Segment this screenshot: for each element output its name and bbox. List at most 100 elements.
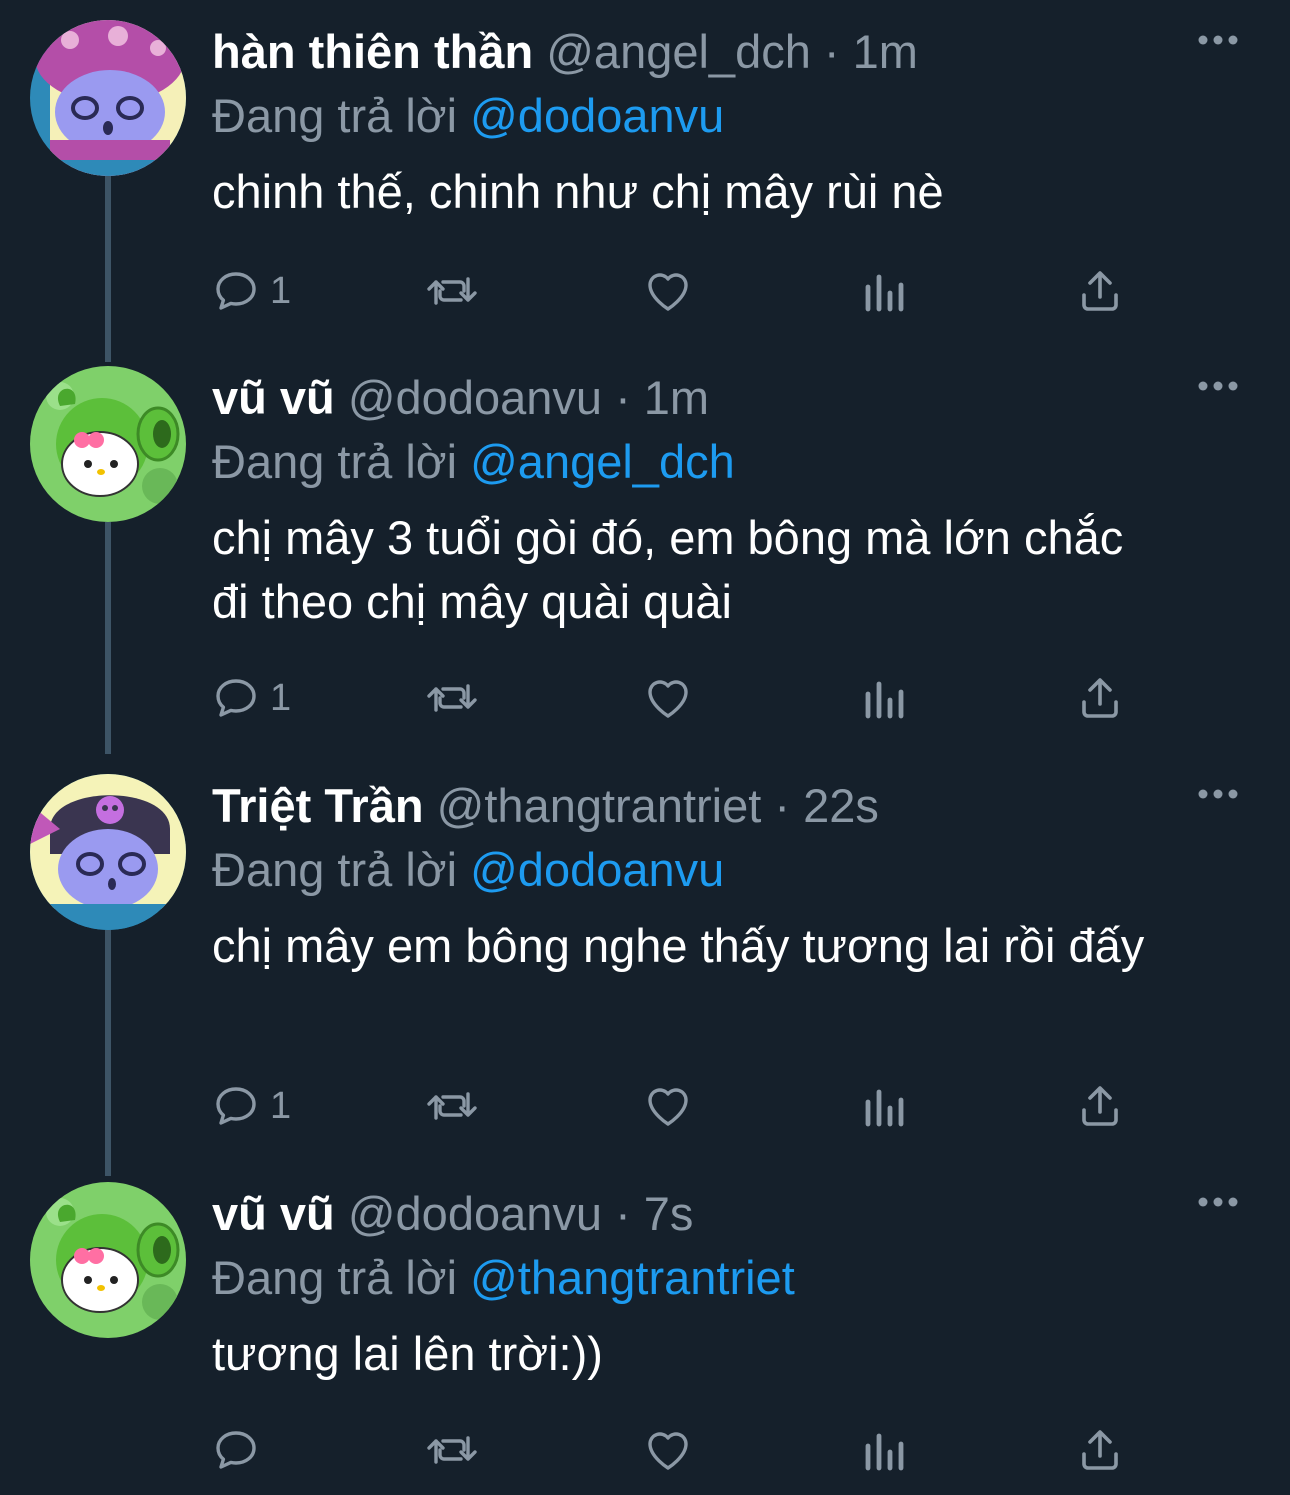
thread-connector-line [105, 176, 111, 362]
like-button[interactable] [642, 668, 694, 728]
share-button[interactable] [1078, 261, 1122, 321]
share-upload-icon [1078, 674, 1122, 722]
user-handle[interactable]: @dodoanvu [348, 1187, 602, 1240]
like-button[interactable] [642, 1076, 694, 1136]
reply-bubble-icon [212, 674, 260, 722]
retweet-button[interactable] [424, 261, 480, 321]
display-name[interactable]: vũ vũ [212, 371, 335, 424]
heart-icon [642, 1426, 694, 1474]
heart-icon [642, 267, 694, 315]
tweet-header: Triệt Trần @thangtrantriet · 22s [212, 776, 1250, 836]
tweet-actions: 1 [212, 668, 1132, 728]
retweet-icon [424, 1426, 480, 1474]
share-upload-icon [1078, 267, 1122, 315]
share-upload-icon [1078, 1426, 1122, 1474]
separator-dot: · [615, 371, 631, 424]
user-handle[interactable]: @dodoanvu [348, 371, 602, 424]
tweet[interactable]: vũ vũ @dodoanvu · 1m Đang trả lời @angel… [0, 346, 1290, 754]
tweet-text: tương lai lên trời:)) [212, 1327, 603, 1380]
views-bar-chart-icon [862, 674, 906, 722]
avatar[interactable] [30, 774, 186, 930]
more-button[interactable] [1188, 1182, 1248, 1222]
like-button[interactable] [642, 261, 694, 321]
reply-to-mention[interactable]: @dodoanvu [470, 89, 724, 142]
thread-connector-line [105, 522, 111, 754]
separator-dot: · [615, 1187, 631, 1240]
timestamp[interactable]: 1m [644, 371, 709, 424]
reply-prefix: Đang trả lời [212, 1251, 458, 1304]
more-horizontal-icon [1198, 381, 1238, 391]
retweet-button[interactable] [424, 1420, 480, 1480]
tweet-text: chị mây em bông nghe thấy tương lai rồi … [212, 919, 1145, 972]
tweet-actions: 1 [212, 261, 1132, 321]
reply-to-mention[interactable]: @dodoanvu [470, 843, 724, 896]
more-button[interactable] [1188, 366, 1248, 406]
tweet[interactable]: vũ vũ @dodoanvu · 7s Đang trả lời @thang… [0, 1162, 1290, 1495]
heart-icon [642, 674, 694, 722]
timestamp[interactable]: 22s [803, 779, 879, 832]
avatar[interactable] [30, 20, 186, 176]
views-button[interactable] [862, 261, 906, 321]
views-bar-chart-icon [862, 1426, 906, 1474]
more-button[interactable] [1188, 20, 1248, 60]
more-horizontal-icon [1198, 35, 1238, 45]
reply-prefix: Đang trả lời [212, 435, 458, 488]
reply-button[interactable]: 1 [212, 1076, 291, 1136]
reply-count: 1 [270, 1084, 292, 1127]
tweet-header: vũ vũ @dodoanvu · 7s [212, 1184, 1250, 1244]
timestamp[interactable]: 1m [853, 25, 918, 78]
share-button[interactable] [1078, 1076, 1122, 1136]
tweet-header: hàn thiên thần @angel_dch · 1m [212, 22, 1250, 82]
separator-dot: · [823, 25, 840, 78]
reply-context: Đang trả lời @thangtrantriet [212, 1248, 1250, 1308]
views-bar-chart-icon [862, 1082, 906, 1130]
reply-context: Đang trả lời @dodoanvu [212, 840, 1250, 900]
hello-kitty-peashooter-avatar [30, 1182, 186, 1338]
share-upload-icon [1078, 1082, 1122, 1130]
views-bar-chart-icon [862, 267, 906, 315]
share-button[interactable] [1078, 1420, 1122, 1480]
reply-count: 1 [270, 676, 292, 719]
retweet-icon [424, 1082, 480, 1130]
reply-button[interactable]: 1 [212, 261, 291, 321]
more-horizontal-icon [1198, 789, 1238, 799]
reply-button[interactable]: 1 [212, 668, 291, 728]
tweet[interactable]: Triệt Trần @thangtrantriet · 22s Đang tr… [0, 754, 1290, 1176]
reply-context: Đang trả lời @angel_dch [212, 432, 1250, 492]
share-button[interactable] [1078, 668, 1122, 728]
like-button[interactable] [642, 1420, 694, 1480]
retweet-icon [424, 267, 480, 315]
views-button[interactable] [862, 668, 906, 728]
reply-context: Đang trả lời @dodoanvu [212, 86, 1250, 146]
more-horizontal-icon [1198, 1197, 1238, 1207]
avatar[interactable] [30, 1182, 186, 1338]
reply-to-mention[interactable]: @angel_dch [470, 435, 735, 488]
tweet[interactable]: hàn thiên thần @angel_dch · 1m Đang trả … [0, 0, 1290, 362]
reply-button[interactable] [212, 1420, 270, 1480]
retweet-button[interactable] [424, 1076, 480, 1136]
separator-dot: · [774, 779, 791, 832]
views-button[interactable] [862, 1076, 906, 1136]
hello-kitty-peashooter-avatar [30, 366, 186, 522]
tweet-text: chị mây 3 tuổi gòi đó, em bông mà lớn ch… [212, 511, 1124, 628]
retweet-button[interactable] [424, 668, 480, 728]
reply-prefix: Đang trả lời [212, 89, 458, 142]
tweet-text: chinh thế, chinh như chị mây rùi nè [212, 165, 944, 218]
avatar[interactable] [30, 366, 186, 522]
retweet-icon [424, 674, 480, 722]
heart-icon [642, 1082, 694, 1130]
purple-hooded-character-avatar [30, 20, 186, 176]
more-button[interactable] [1188, 774, 1248, 814]
user-handle[interactable]: @angel_dch [546, 25, 811, 78]
kuromi-character-avatar [30, 774, 186, 930]
timestamp[interactable]: 7s [644, 1187, 694, 1240]
display-name[interactable]: vũ vũ [212, 1187, 335, 1240]
views-button[interactable] [862, 1420, 906, 1480]
user-handle[interactable]: @thangtrantriet [437, 779, 762, 832]
reply-bubble-icon [212, 1082, 260, 1130]
reply-to-mention[interactable]: @thangtrantriet [470, 1251, 795, 1304]
reply-count: 1 [270, 269, 292, 312]
display-name[interactable]: Triệt Trần [212, 779, 424, 832]
display-name[interactable]: hàn thiên thần [212, 25, 533, 78]
thread-connector-line [105, 930, 111, 1176]
